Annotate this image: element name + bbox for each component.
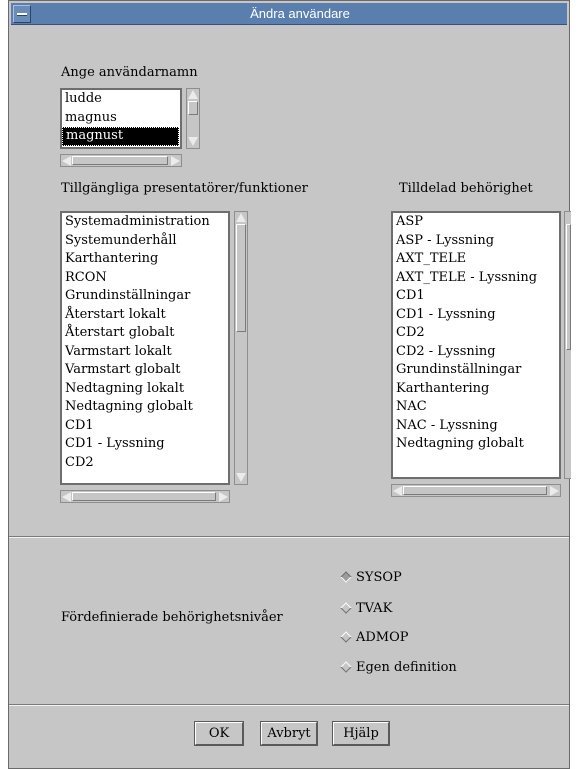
username-list-hscrollbar[interactable] xyxy=(60,154,182,167)
window-title: Ändra användare xyxy=(250,6,350,21)
list-item[interactable]: Varmstart lokalt xyxy=(62,343,228,362)
radio-unselected-icon[interactable] xyxy=(340,602,352,614)
available-functions-list[interactable]: Systemadministration Systemunderhåll Karth… xyxy=(60,211,230,485)
list-item[interactable]: ASP xyxy=(393,213,559,232)
list-item[interactable]: Grundinställningar xyxy=(62,287,228,306)
radio-label: SYSOP xyxy=(356,570,402,585)
assigned-permissions-label: Tilldelad behörighet xyxy=(399,181,533,196)
list-item[interactable]: Grundinställningar xyxy=(393,361,559,380)
available-list-vscrollbar[interactable] xyxy=(234,211,248,485)
assigned-list-hscrollbar[interactable] xyxy=(391,484,561,497)
available-list-hscrollbar[interactable] xyxy=(60,490,230,503)
predefined-levels-label: Fördefinierade behörighetsnivåer xyxy=(61,610,283,625)
list-item[interactable]: CD2 - Lyssning xyxy=(393,343,559,362)
assigned-list-vscrollbar[interactable] xyxy=(564,211,571,479)
list-item[interactable]: Systemadministration xyxy=(62,213,228,232)
separator xyxy=(9,536,569,538)
list-item[interactable]: CD1 - Lyssning xyxy=(393,306,559,325)
assigned-permissions-list[interactable]: ASP ASP - Lyssning AXT_TELE AXT_TELE - Lyss… xyxy=(391,211,561,479)
radio-unselected-icon[interactable] xyxy=(340,661,352,673)
scroll-left-arrow-icon[interactable] xyxy=(62,156,71,166)
scroll-right-arrow-icon[interactable] xyxy=(171,156,180,166)
radio-label: Egen definition xyxy=(356,660,457,675)
title-bar[interactable]: Ändra användare xyxy=(11,3,567,25)
list-item[interactable]: Återstart lokalt xyxy=(62,306,228,325)
ok-button[interactable]: OK xyxy=(194,721,244,746)
list-item[interactable]: RCON xyxy=(62,269,228,288)
list-item[interactable]: ludde xyxy=(62,90,180,109)
scroll-down-arrow-icon[interactable] xyxy=(188,137,198,146)
window-menu-icon xyxy=(17,13,27,16)
radio-label: TVAK xyxy=(356,601,393,616)
radio-tvak[interactable]: TVAK xyxy=(339,601,392,616)
scroll-thumb[interactable] xyxy=(188,101,198,115)
available-functions-label: Tillgängliga presentatörer/funktioner xyxy=(61,181,308,196)
radio-unselected-icon[interactable] xyxy=(340,631,352,643)
list-item[interactable]: Karthantering xyxy=(62,250,228,269)
scroll-left-arrow-icon[interactable] xyxy=(62,492,71,502)
help-button[interactable]: Hjälp xyxy=(332,721,390,746)
list-item[interactable]: CD2 xyxy=(393,324,559,343)
cancel-button[interactable]: Avbryt xyxy=(260,721,318,746)
list-item[interactable]: ASP - Lyssning xyxy=(393,232,559,251)
scroll-thumb[interactable] xyxy=(236,224,246,332)
list-item[interactable]: CD1 xyxy=(393,287,559,306)
scroll-up-arrow-icon[interactable] xyxy=(236,213,246,222)
list-item[interactable]: CD2 xyxy=(62,454,228,473)
list-item[interactable]: Varmstart globalt xyxy=(62,361,228,380)
list-item[interactable]: Systemunderhåll xyxy=(62,232,228,251)
list-item[interactable]: magnus xyxy=(62,109,180,128)
scroll-right-arrow-icon[interactable] xyxy=(219,492,228,502)
list-item[interactable]: magnust xyxy=(62,127,179,146)
radio-label: ADMOP xyxy=(356,630,409,645)
radio-egen-definition[interactable]: Egen definition xyxy=(339,660,457,675)
radio-admop[interactable]: ADMOP xyxy=(339,630,409,645)
list-item[interactable]: Nedtagning globalt xyxy=(393,435,559,454)
scroll-thumb[interactable] xyxy=(72,156,168,165)
scroll-right-arrow-icon[interactable] xyxy=(550,486,559,496)
scroll-down-arrow-icon[interactable] xyxy=(236,473,246,482)
scroll-up-arrow-icon[interactable] xyxy=(188,90,198,99)
scroll-thumb[interactable] xyxy=(72,492,216,501)
list-item[interactable]: NAC xyxy=(393,398,559,417)
radio-selected-icon[interactable] xyxy=(340,571,352,583)
radio-sysop[interactable]: SYSOP xyxy=(339,570,402,585)
list-item[interactable]: AXT_TELE - Lyssning xyxy=(393,269,559,288)
list-item[interactable]: Nedtagning globalt xyxy=(62,398,228,417)
list-item[interactable]: CD1 - Lyssning xyxy=(62,435,228,454)
username-list[interactable]: ludde magnus magnust xyxy=(60,88,182,149)
list-item[interactable]: NAC - Lyssning xyxy=(393,417,559,436)
scroll-thumb[interactable] xyxy=(403,486,547,495)
scroll-left-arrow-icon[interactable] xyxy=(393,486,402,496)
username-list-vscrollbar[interactable] xyxy=(186,88,200,149)
list-item[interactable]: AXT_TELE xyxy=(393,250,559,269)
window-menu-button[interactable] xyxy=(13,5,31,23)
separator xyxy=(9,704,569,706)
list-item[interactable]: Nedtagning lokalt xyxy=(62,380,228,399)
username-label: Ange användarnamn xyxy=(61,65,198,80)
list-item[interactable]: Karthantering xyxy=(393,380,559,399)
list-item[interactable]: CD1 xyxy=(62,417,228,436)
list-item[interactable]: Återstart globalt xyxy=(62,324,228,343)
dialog-window: Ändra användare Ange användarnamn ludde m… xyxy=(8,0,571,769)
scroll-thumb[interactable] xyxy=(566,224,571,350)
